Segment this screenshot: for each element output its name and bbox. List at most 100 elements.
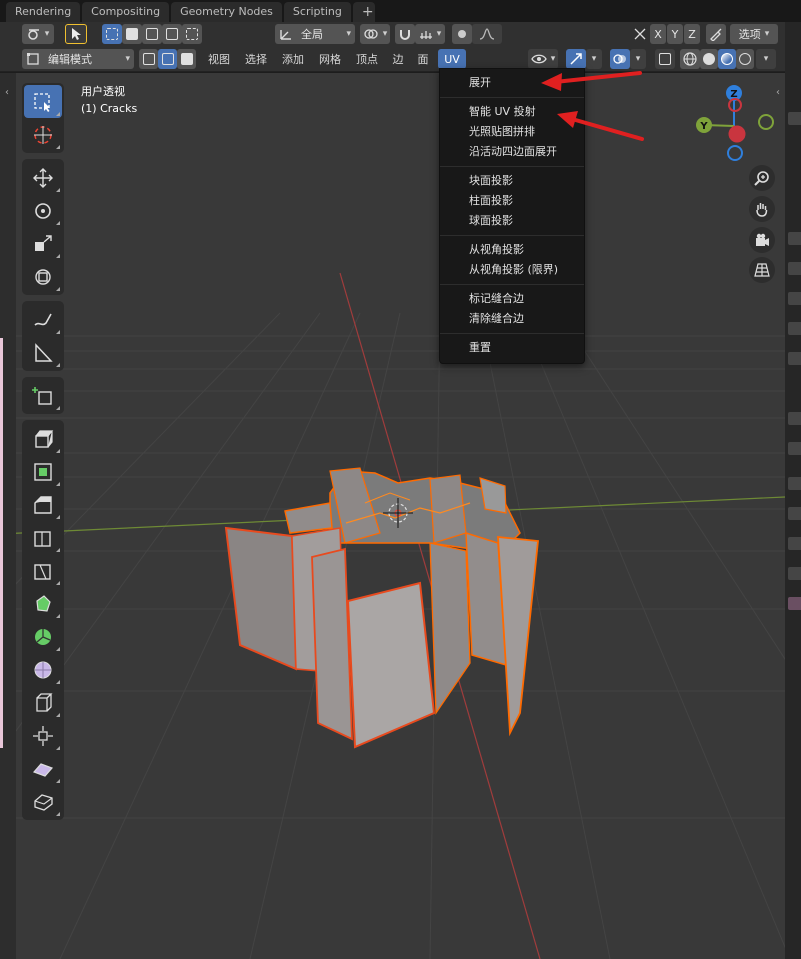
3d-viewport[interactable]: 用户透视 (1) Cracks Z Y ‹ ‹ (0, 73, 785, 959)
menu-item-clear-seam[interactable]: 清除缝合边 (440, 309, 584, 329)
properties-tab-tool[interactable] (788, 112, 801, 125)
menu-item-mark-seam[interactable]: 标记缝合边 (440, 289, 584, 309)
options-dropdown[interactable]: 选项 ▾ (730, 24, 778, 44)
sidebar-expand-chevron-icon[interactable]: ‹ (776, 87, 780, 98)
add-workspace-button[interactable]: + (352, 2, 375, 22)
tool-loop-cut[interactable] (24, 521, 62, 554)
snap-toggle-button[interactable] (395, 24, 415, 44)
vertex-select-mode-button[interactable] (139, 49, 158, 69)
menu-select[interactable]: 选择 (240, 49, 272, 69)
shading-wireframe-button[interactable] (680, 49, 700, 69)
properties-tab-scene[interactable] (788, 322, 801, 335)
gizmo-neg-y-axis[interactable] (758, 114, 774, 130)
tool-measure[interactable] (24, 336, 62, 369)
shading-material-button[interactable] (718, 49, 736, 69)
visibility-dropdown[interactable]: ▾ (528, 49, 558, 69)
select-mode-subtract-button[interactable] (142, 24, 162, 44)
gizmo-x-axis[interactable] (728, 125, 746, 143)
workspace-tab-geometry-nodes[interactable]: Geometry Nodes (171, 2, 282, 22)
tool-rip-region[interactable] (24, 785, 62, 818)
menu-item-reset[interactable]: 重置 (440, 338, 584, 358)
workspace-tab-compositing[interactable]: Compositing (82, 2, 170, 22)
face-select-mode-button[interactable] (177, 49, 196, 69)
properties-tab-data[interactable] (788, 567, 801, 580)
properties-tab-modifiers[interactable] (788, 442, 801, 455)
tool-poly-build[interactable] (24, 587, 62, 620)
select-mode-invert-button[interactable] (162, 24, 182, 44)
tool-select-box[interactable] (24, 85, 62, 118)
select-mode-intersect-button[interactable] (182, 24, 202, 44)
proportional-edit-button[interactable] (452, 24, 472, 44)
properties-tab-object[interactable] (788, 412, 801, 425)
perspective-toggle-button[interactable] (749, 257, 775, 283)
mirror-options-icon-button[interactable] (630, 24, 650, 44)
xray-toggle-button[interactable] (655, 49, 675, 69)
zoom-button[interactable] (749, 165, 775, 191)
pan-button[interactable] (749, 196, 775, 222)
tool-extrude[interactable] (24, 422, 62, 455)
mirror-x-toggle[interactable]: X (650, 24, 666, 44)
shading-dropdown[interactable]: ▾ (756, 49, 776, 69)
snap-target-dropdown[interactable]: ▾ (415, 24, 445, 44)
properties-tab-physics[interactable] (788, 507, 801, 520)
menu-item-unwrap[interactable]: 展开 (440, 73, 584, 93)
transform-orientation-dropdown[interactable]: 全局 ▾ (275, 24, 355, 44)
shading-solid-button[interactable] (700, 49, 718, 69)
tool-knife[interactable] (24, 554, 62, 587)
menu-item-sphere-projection[interactable]: 球面投影 (440, 211, 584, 231)
tool-edge-slide[interactable] (24, 686, 62, 719)
select-tool-button[interactable] (65, 24, 87, 44)
menu-add[interactable]: 添加 (277, 49, 309, 69)
navigation-gizmo[interactable]: Z Y (690, 81, 780, 166)
select-mode-set-button[interactable] (102, 24, 122, 44)
gizmo-toggle-button[interactable] (566, 49, 586, 69)
mirror-y-toggle[interactable]: Y (667, 24, 683, 44)
menu-view[interactable]: 视图 (203, 49, 235, 69)
mirror-z-toggle[interactable]: Z (684, 24, 700, 44)
overlays-toggle-button[interactable] (610, 49, 630, 69)
pivot-point-dropdown[interactable]: ▾ (360, 24, 390, 44)
tool-transform[interactable] (24, 260, 62, 293)
tool-bevel[interactable] (24, 488, 62, 521)
tool-shrink-fatten[interactable] (24, 719, 62, 752)
tool-shear[interactable] (24, 752, 62, 785)
tool-inset[interactable] (24, 455, 62, 488)
gizmo-neg-z-axis[interactable] (727, 145, 743, 161)
properties-tab-constraints[interactable] (788, 537, 801, 550)
menu-item-lightmap-pack[interactable]: 光照贴图拼排 (440, 122, 584, 142)
menu-vertex[interactable]: 顶点 (351, 49, 383, 69)
menu-face[interactable]: 面 (413, 49, 433, 69)
editor-type-button[interactable]: ▾ (22, 24, 54, 44)
menu-mesh[interactable]: 网格 (314, 49, 346, 69)
properties-tab-output[interactable] (788, 262, 801, 275)
workspace-tab-scripting[interactable]: Scripting (283, 2, 351, 22)
properties-tab-render[interactable] (788, 232, 801, 245)
tool-add-cube[interactable] (24, 379, 62, 412)
proportional-falloff-dropdown[interactable] (472, 24, 502, 44)
tool-annotate[interactable] (24, 303, 62, 336)
menu-item-project-from-view[interactable]: 从视角投影 (440, 240, 584, 260)
tool-spin[interactable] (24, 620, 62, 653)
menu-item-project-from-view-bounds[interactable]: 从视角投影 (限界) (440, 260, 584, 280)
menu-uv[interactable]: UV (438, 49, 466, 69)
menu-item-follow-active-quads[interactable]: 沿活动四边面展开 (440, 142, 584, 162)
tool-rotate[interactable] (24, 194, 62, 227)
properties-tab-particles[interactable] (788, 477, 801, 490)
tool-scale[interactable] (24, 227, 62, 260)
toolbar-collapse-chevron-icon[interactable]: ‹ (5, 87, 9, 98)
edge-select-mode-button[interactable] (158, 49, 177, 69)
menu-item-cube-projection[interactable]: 块面投影 (440, 171, 584, 191)
tool-cursor[interactable] (24, 118, 62, 151)
shading-rendered-button[interactable] (736, 49, 754, 69)
workspace-tab-rendering[interactable]: Rendering (6, 2, 81, 22)
gizmo-dropdown[interactable]: ▾ (586, 49, 602, 69)
menu-edge[interactable]: 边 (388, 49, 408, 69)
properties-tab-material[interactable] (788, 597, 801, 610)
tool-smooth[interactable] (24, 653, 62, 686)
select-mode-extend-button[interactable] (122, 24, 142, 44)
tool-move[interactable] (24, 161, 62, 194)
menu-item-cylinder-projection[interactable]: 柱面投影 (440, 191, 584, 211)
properties-tab-world[interactable] (788, 352, 801, 365)
menu-item-smart-uv-project[interactable]: 智能 UV 投射 (440, 102, 584, 122)
auto-merge-button[interactable] (706, 24, 726, 44)
